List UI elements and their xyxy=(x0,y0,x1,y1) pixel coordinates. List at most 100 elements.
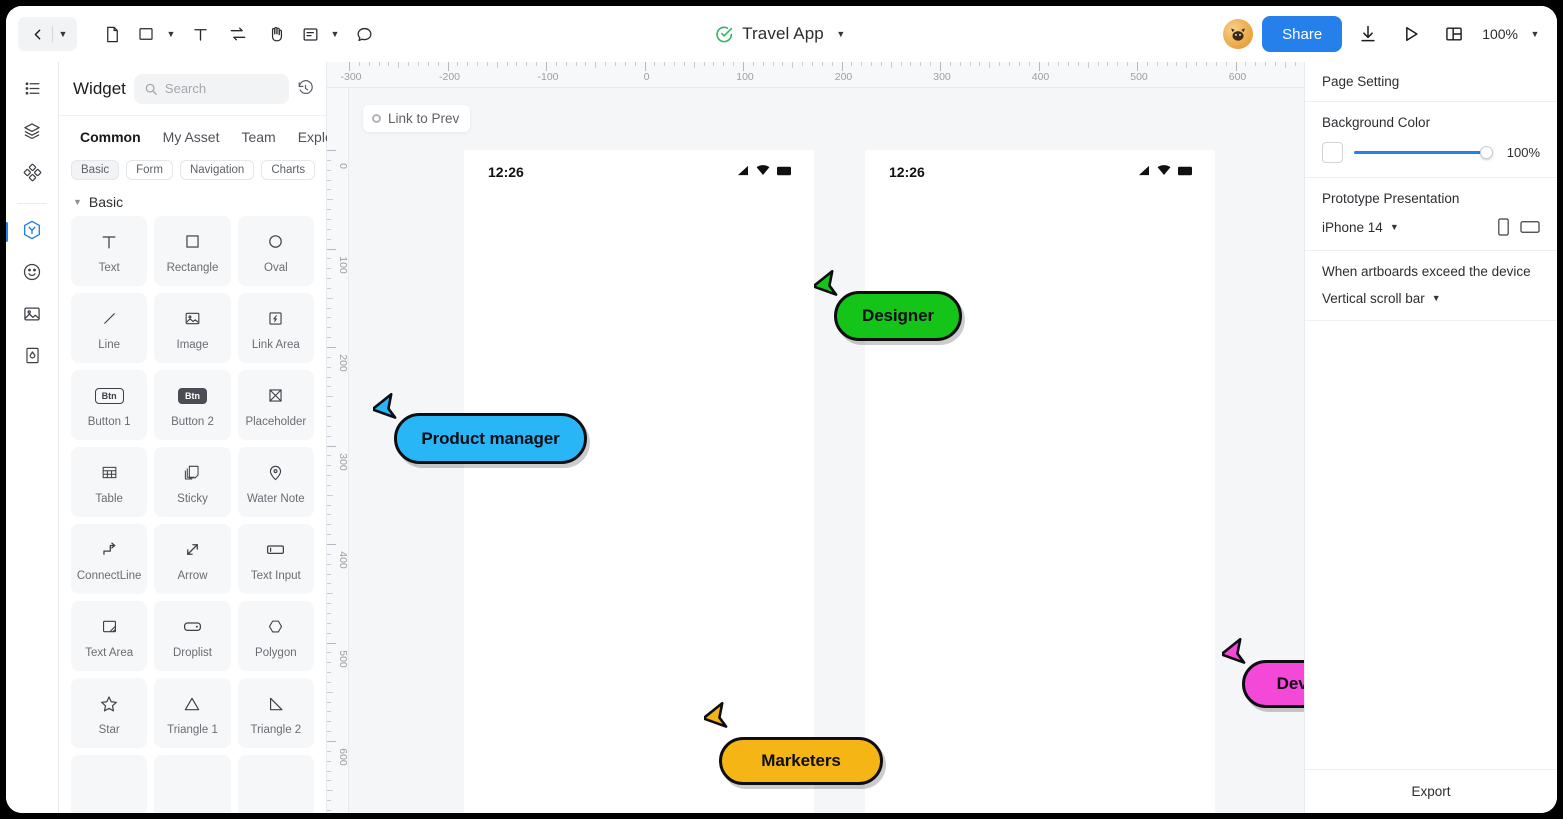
background-color-swatch[interactable] xyxy=(1322,142,1343,163)
ruler-tick xyxy=(327,228,331,230)
panel-layout-icon[interactable] xyxy=(1437,17,1471,51)
artboard-2[interactable]: 12:26 xyxy=(865,150,1215,813)
sidebar-item-styles[interactable] xyxy=(13,339,51,377)
ruler-tick xyxy=(496,62,498,68)
widget-item-polygon[interactable]: Polygon xyxy=(237,601,314,671)
widget-item-text-area[interactable]: Text Area xyxy=(71,601,148,671)
ruler-tick xyxy=(327,583,331,585)
play-icon[interactable] xyxy=(1394,17,1428,51)
collaborator-label-pill[interactable]: Designer xyxy=(834,291,962,341)
page-tool[interactable] xyxy=(95,17,129,51)
widget-item-connectline[interactable]: ConnectLine xyxy=(71,524,148,594)
scroll-behavior-value: Vertical scroll bar xyxy=(1322,291,1425,306)
document-caret-down-icon[interactable]: ▼ xyxy=(833,17,849,51)
sidebar-item-icons[interactable] xyxy=(13,255,51,293)
back-button-group[interactable]: ▼ xyxy=(18,17,77,51)
widget-item-rectangle[interactable]: Rectangle xyxy=(154,216,231,286)
widget-item-label: Triangle 1 xyxy=(167,723,218,736)
note-tool[interactable] xyxy=(297,17,323,51)
sidebar-item-components[interactable] xyxy=(13,156,51,194)
ruler-horizontal[interactable]: -300-200-10001002003004005006007 xyxy=(327,62,1304,88)
widget-item-sticky[interactable]: Sticky xyxy=(154,447,231,517)
collaborator-label-pill[interactable]: Developers xyxy=(1242,660,1304,708)
ruler-vertical[interactable]: 0 100 200 300 400 500 600 xyxy=(327,88,349,813)
tab-my-asset[interactable]: My Asset xyxy=(152,124,231,150)
widget-item-arrow[interactable]: Arrow xyxy=(154,524,231,594)
comment-tool[interactable] xyxy=(347,17,381,51)
collaborator-label-text: Product manager xyxy=(421,428,560,448)
phone-landscape-icon[interactable] xyxy=(1520,218,1540,236)
widget-item-button-2[interactable]: Btn Button 2 xyxy=(154,370,231,440)
ruler-tick xyxy=(683,62,685,66)
download-icon[interactable] xyxy=(1351,17,1385,51)
search-box[interactable] xyxy=(133,73,289,104)
zoom-caret-down-icon[interactable]: ▼ xyxy=(1527,17,1543,51)
chip-navigation[interactable]: Navigation xyxy=(179,160,255,180)
widget-item-line[interactable]: Line xyxy=(71,293,148,363)
widget-item-more-3[interactable] xyxy=(237,755,314,813)
widget-item-water-note[interactable]: Water Note xyxy=(237,447,314,517)
phone-portrait-icon[interactable] xyxy=(1496,218,1511,236)
search-input[interactable] xyxy=(164,81,279,96)
connector-tool[interactable] xyxy=(221,17,255,51)
collaborator-cursor[interactable] xyxy=(1220,635,1252,670)
widget-item-table[interactable]: Table xyxy=(71,447,148,517)
widget-item-text[interactable]: Text xyxy=(71,216,148,286)
tab-team[interactable]: Team xyxy=(230,124,286,150)
widget-item-more-2[interactable] xyxy=(154,755,231,813)
history-clock-icon[interactable] xyxy=(297,80,314,97)
right-panel: Page Setting Background Color 100% Proto… xyxy=(1304,62,1557,813)
canvas-area[interactable]: Link to Prev 12:26 12:26 Product manager… xyxy=(349,88,1304,813)
canvas[interactable]: -300-200-10001002003004005006007 0100200… xyxy=(327,62,1304,813)
widget-item-label: Text Input xyxy=(250,569,301,582)
chip-form[interactable]: Form xyxy=(126,160,173,180)
ruler-label: -300 xyxy=(340,71,362,83)
widget-item-text-input[interactable]: Text Input xyxy=(237,524,314,594)
ruler-tick xyxy=(900,62,902,66)
opacity-slider-knob[interactable] xyxy=(1480,145,1493,159)
widget-item-oval[interactable]: Oval xyxy=(237,216,314,286)
tab-common[interactable]: Common xyxy=(69,124,152,150)
collaborator-cursor[interactable] xyxy=(812,267,844,302)
ruler-tick xyxy=(327,622,331,624)
link-to-prev-badge[interactable]: Link to Prev xyxy=(363,105,471,132)
shape-tool[interactable] xyxy=(133,17,159,51)
artboard-1[interactable]: 12:26 xyxy=(464,150,814,813)
widget-group-basic-header[interactable]: ▼ Basic xyxy=(59,188,326,216)
export-button[interactable]: Export xyxy=(1305,769,1557,813)
collaborator-label-pill[interactable]: Marketers xyxy=(719,737,883,785)
triangle-right-icon xyxy=(266,691,286,717)
ruler-tick xyxy=(327,524,331,526)
widget-item-placeholder[interactable]: Placeholder xyxy=(237,370,314,440)
sidebar-item-images[interactable] xyxy=(13,297,51,335)
hand-tool[interactable] xyxy=(259,17,293,51)
note-tool-caret-down-icon[interactable]: ▼ xyxy=(327,17,343,51)
shape-tool-caret-down-icon[interactable]: ▼ xyxy=(163,17,179,51)
collaborator-cursor[interactable] xyxy=(702,699,734,734)
device-select[interactable]: iPhone 14 ▼ xyxy=(1322,220,1399,235)
widget-item-button-1[interactable]: Btn Button 1 xyxy=(71,370,148,440)
widget-item-triangle-1[interactable]: Triangle 1 xyxy=(154,678,231,748)
sidebar-item-layers[interactable] xyxy=(13,114,51,152)
share-button[interactable]: Share xyxy=(1262,16,1343,52)
sidebar-item-pages[interactable] xyxy=(13,72,51,110)
widget-item-more-1[interactable] xyxy=(71,755,148,813)
collaborator-cursor[interactable] xyxy=(371,390,403,425)
caret-down-icon[interactable]: ▼ xyxy=(55,17,71,51)
ruler-tick xyxy=(398,62,400,68)
collaborator-label-pill[interactable]: Product manager xyxy=(394,413,587,464)
widget-item-star[interactable]: Star xyxy=(71,678,148,748)
text-tool[interactable] xyxy=(183,17,217,51)
scroll-behavior-select[interactable]: Vertical scroll bar ▼ xyxy=(1322,291,1540,306)
widget-item-droplist[interactable]: Droplist xyxy=(154,601,231,671)
document-title-group[interactable]: Travel App ▼ xyxy=(714,6,849,62)
widget-item-triangle-2[interactable]: Triangle 2 xyxy=(237,678,314,748)
opacity-slider[interactable] xyxy=(1354,145,1493,160)
widget-item-image[interactable]: Image xyxy=(154,293,231,363)
chip-charts[interactable]: Charts xyxy=(261,160,316,180)
chevron-left-icon[interactable] xyxy=(24,20,50,48)
sidebar-item-widget[interactable] xyxy=(6,213,51,251)
chip-basic[interactable]: Basic xyxy=(71,160,120,180)
avatar[interactable] xyxy=(1223,19,1254,49)
widget-item-link-area[interactable]: Link Area xyxy=(237,293,314,363)
